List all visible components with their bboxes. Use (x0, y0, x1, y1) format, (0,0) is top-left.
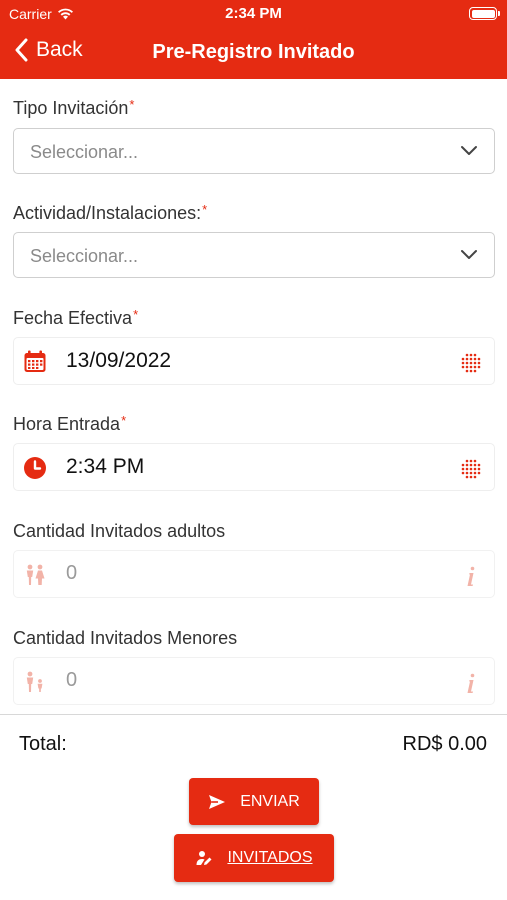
tipo-invitacion-label-text: Tipo Invitación (13, 98, 129, 118)
status-bar: Carrier 2:34 PM (0, 0, 507, 28)
tipo-invitacion-label: Tipo Invitación* (13, 97, 135, 119)
enviar-button[interactable]: ENVIAR (189, 778, 319, 825)
fecha-efectiva-label: Fecha Efectiva* (13, 307, 139, 329)
hora-entrada-field[interactable]: 2:34 PM (13, 443, 495, 491)
grid-dots-icon[interactable] (460, 458, 482, 480)
actividad-placeholder: Seleccionar... (30, 246, 139, 266)
required-mark: * (202, 202, 208, 217)
clock-icon (24, 457, 46, 479)
hora-entrada-label-text: Hora Entrada (13, 414, 121, 434)
invitados-label: INVITADOS (227, 849, 313, 866)
hora-entrada-value: 2:34 PM (66, 455, 145, 478)
calendar-icon (24, 350, 46, 372)
adultos-field[interactable]: 0 (13, 550, 495, 598)
actividad-label-text: Actividad/Instalaciones: (13, 203, 202, 223)
total-label: Total: (19, 733, 67, 755)
fecha-efectiva-value: 13/09/2022 (66, 349, 172, 372)
info-icon[interactable] (460, 565, 482, 587)
menores-label: Cantidad Invitados Menores (13, 628, 238, 648)
enviar-label: ENVIAR (240, 792, 300, 810)
navigation-bar: Back Pre-Registro Invitado (0, 30, 507, 74)
adultos-label: Cantidad Invitados adultos (13, 521, 226, 541)
actividad-label: Actividad/Instalaciones:* (13, 202, 208, 224)
total-value: RD$ 0.00 (402, 733, 488, 755)
tipo-invitacion-placeholder: Seleccionar... (30, 142, 139, 162)
tipo-invitacion-select[interactable]: Seleccionar... (13, 128, 495, 174)
chevron-down-icon (461, 250, 477, 259)
divider (0, 714, 507, 715)
menores-value: 0 (66, 669, 78, 691)
info-icon[interactable] (460, 672, 482, 694)
fecha-efectiva-field[interactable]: 13/09/2022 (13, 337, 495, 385)
required-mark: * (133, 307, 139, 322)
fecha-efectiva-label-text: Fecha Efectiva (13, 308, 133, 328)
actividad-select[interactable]: Seleccionar... (13, 232, 495, 278)
send-icon (209, 794, 226, 809)
battery-icon (469, 7, 500, 20)
page-title: Pre-Registro Invitado (152, 41, 355, 63)
status-time: 2:34 PM (225, 5, 282, 22)
people-icon (26, 564, 45, 585)
parent-child-icon (26, 671, 43, 692)
user-edit-icon (196, 851, 212, 865)
required-mark: * (121, 413, 127, 428)
grid-dots-icon[interactable] (460, 352, 482, 374)
invitados-button[interactable]: INVITADOS (174, 834, 334, 882)
app-header: Carrier 2:34 PM Back Pre-Registro Invita… (0, 0, 507, 79)
menores-field[interactable]: 0 (13, 657, 495, 705)
hora-entrada-label: Hora Entrada* (13, 413, 127, 435)
chevron-down-icon (461, 146, 477, 155)
required-mark: * (129, 97, 135, 112)
adultos-value: 0 (66, 562, 78, 584)
